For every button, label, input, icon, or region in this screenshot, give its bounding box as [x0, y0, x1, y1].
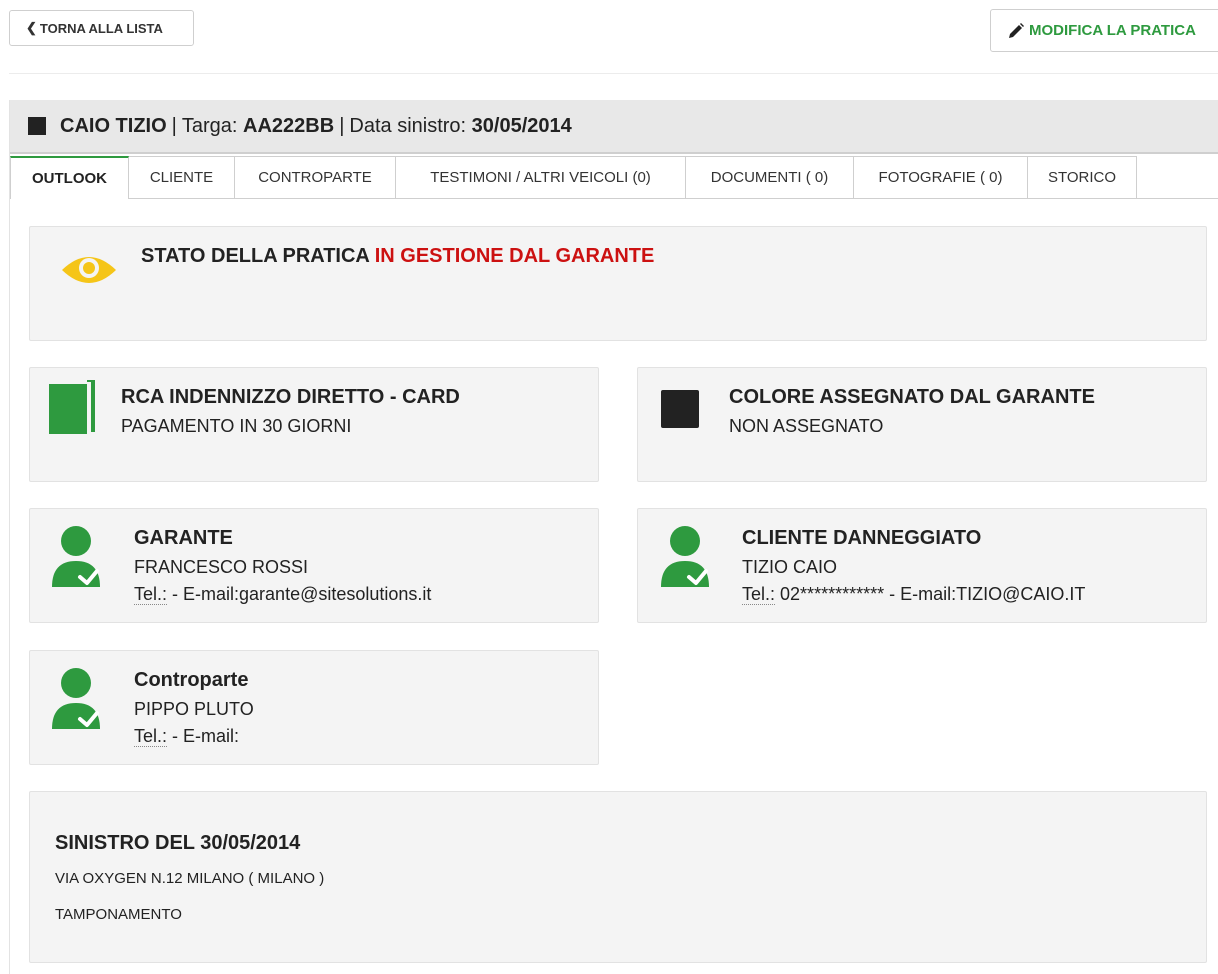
coverage-title: RCA INDENNIZZO DIRETTO - CARD — [121, 386, 460, 408]
back-to-list-label: TORNA ALLA LISTA — [39, 20, 163, 36]
claim-details-card: SINISTRO DEL 30/05/2014 VIA OXYGEN N.12 … — [29, 791, 1207, 963]
tab-bar: OUTLOOK CLIENTE CONTROPARTE TESTIMONI / … — [10, 156, 1137, 199]
plate-value: AA222BB — [243, 114, 335, 137]
tel-label: Tel.: — [134, 584, 168, 605]
left-border — [9, 100, 10, 974]
separator: | — [171, 114, 177, 137]
user-check-icon — [52, 668, 100, 729]
counterpart-name: PIPPO PLUTO — [134, 699, 254, 719]
tab-storico[interactable]: STORICO — [1028, 156, 1137, 199]
tab-testimoni[interactable]: TESTIMONI / ALTRI VEICOLI (0) — [396, 156, 686, 199]
edit-claim-button[interactable]: MODIFICA LA PRATICA — [990, 9, 1218, 52]
guarantor-contact-value: - E-mail:garante@sitesolutions.it — [172, 584, 432, 604]
client-contact-value: 02************ - E-mail:TIZIO@CAIO.IT — [780, 584, 1086, 604]
claim-header: CAIO TIZIO | Targa: AA222BB | Data sinis… — [10, 100, 1218, 154]
edit-claim-label: MODIFICA LA PRATICA — [1029, 22, 1196, 39]
tel-label: Tel.: — [134, 726, 168, 747]
tab-fotografie[interactable]: FOTOGRAFIE ( 0) — [854, 156, 1028, 199]
guarantor-title: GARANTE — [134, 527, 233, 549]
assigned-color-card: COLORE ASSEGNATO DAL GARANTE NON ASSEGNA… — [637, 367, 1207, 482]
client-card: CLIENTE DANNEGGIATO TIZIO CAIO Tel.: 02*… — [637, 508, 1207, 623]
plate-label: Targa: — [181, 114, 238, 137]
tab-cliente[interactable]: CLIENTE — [129, 156, 235, 199]
date-value: 30/05/2014 — [471, 114, 572, 137]
guarantor-contact: Tel.: - E-mail:garante@sitesolutions.it — [134, 584, 431, 605]
assigned-color-value: NON ASSEGNATO — [729, 416, 884, 436]
tel-label: Tel.: — [742, 584, 776, 605]
client-title: CLIENTE DANNEGGIATO — [742, 527, 982, 549]
claim-title: SINISTRO DEL 30/05/2014 — [55, 832, 301, 854]
color-square-icon — [661, 390, 699, 428]
claim-holder-name: CAIO TIZIO — [60, 114, 167, 137]
tab-documenti[interactable]: DOCUMENTI ( 0) — [686, 156, 854, 199]
claim-type: TAMPONAMENTO — [55, 906, 182, 923]
client-contact: Tel.: 02************ - E-mail:TIZIO@CAIO… — [742, 584, 1085, 605]
coverage-card: RCA INDENNIZZO DIRETTO - CARD PAGAMENTO … — [29, 367, 599, 482]
divider — [9, 73, 1218, 74]
user-check-icon — [661, 526, 709, 587]
guarantor-name: FRANCESCO ROSSI — [134, 557, 309, 577]
back-to-list-button[interactable]: ❮ TORNA ALLA LISTA — [9, 10, 194, 46]
counterpart-contact: Tel.: - E-mail: — [134, 726, 239, 747]
coverage-subtitle: PAGAMENTO IN 30 GIORNI — [121, 416, 352, 436]
status-value: IN GESTIONE DAL GARANTE — [374, 245, 655, 267]
status-label: STATO DELLA PRATICA — [141, 245, 370, 267]
separator: | — [339, 114, 345, 137]
chevron-left-icon: ❮ — [26, 20, 37, 35]
counterpart-contact-value: - E-mail: — [172, 726, 240, 746]
status-title: STATO DELLA PRATICA IN GESTIONE DAL GARA… — [141, 245, 654, 268]
claim-address: VIA OXYGEN N.12 MILANO ( MILANO ) — [55, 870, 325, 887]
tab-outlook[interactable]: OUTLOOK — [10, 156, 129, 199]
user-check-icon — [52, 526, 100, 587]
book-icon — [49, 380, 95, 434]
status-card: STATO DELLA PRATICA IN GESTIONE DAL GARA… — [29, 226, 1207, 341]
color-square-icon — [28, 117, 46, 135]
date-label: Data sinistro: — [349, 114, 467, 137]
counterpart-title: Controparte — [134, 669, 249, 691]
eye-icon — [62, 257, 116, 283]
pencil-icon — [1009, 22, 1024, 38]
assigned-color-title: COLORE ASSEGNATO DAL GARANTE — [729, 386, 1095, 408]
guarantor-card: GARANTE FRANCESCO ROSSI Tel.: - E-mail:g… — [29, 508, 599, 623]
tab-baseline — [1137, 198, 1218, 199]
counterpart-card: Controparte PIPPO PLUTO Tel.: - E-mail: — [29, 650, 599, 765]
tab-controparte[interactable]: CONTROPARTE — [235, 156, 396, 199]
client-name: TIZIO CAIO — [742, 557, 838, 577]
